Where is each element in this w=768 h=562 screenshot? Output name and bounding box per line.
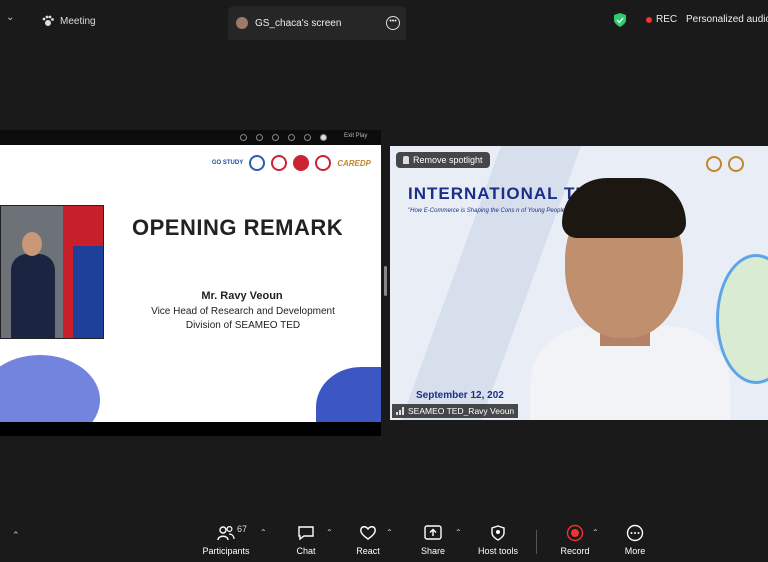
speaker-photo (0, 205, 104, 339)
zoom-icon[interactable] (272, 134, 279, 141)
speaker-role: Vice Head of Research and Development Di… (151, 306, 335, 331)
participants-count: 67 (237, 524, 248, 534)
recording-indicator[interactable]: REC (646, 14, 677, 25)
signal-bars-icon (396, 407, 404, 415)
partner-logo-2 (271, 155, 288, 171)
participant-video-tile[interactable]: INTERNATIONAL TH TALK "How E-Commerce is… (390, 146, 768, 420)
partner-logo-1 (249, 155, 266, 171)
record-icon[interactable] (320, 134, 327, 141)
participant-name-tag: SEAMEO TED_Ravy Veoun (392, 404, 519, 418)
record-dot-icon (646, 16, 652, 23)
paw-icon (42, 15, 54, 26)
remove-spotlight-button[interactable]: Remove spotlight (396, 152, 490, 168)
chat-label: Chat (296, 546, 316, 556)
pin-icon (403, 156, 409, 164)
chat-icon (298, 526, 314, 541)
avatar (236, 17, 248, 29)
background-subtitle: "How E-Commerce is Shaping the Cons n of… (408, 208, 568, 214)
previous-icon[interactable] (240, 134, 247, 141)
record-icon (566, 524, 584, 542)
shield-icon[interactable] (614, 13, 626, 27)
decorative-blob (0, 355, 100, 422)
next-icon[interactable] (256, 134, 263, 141)
chevron-up-icon[interactable]: ⌃ (592, 528, 599, 537)
personalized-audio-label[interactable]: Personalized audio (686, 14, 768, 25)
host-tools-label: Host tools (477, 546, 519, 556)
record-label: Record (560, 546, 590, 556)
remove-spotlight-label: Remove spotlight (413, 155, 483, 165)
go-study-logo: GO STUDY (211, 159, 244, 166)
chevron-up-icon[interactable]: ⌃ (455, 528, 462, 537)
share-button[interactable]: Share (403, 524, 463, 556)
meeting-label: Meeting (60, 15, 96, 27)
video-background-logos (706, 156, 744, 172)
host-tools-shield-icon (491, 525, 505, 541)
top-bar: ⌄ Meeting GS_chaca's screen ••• REC Pers… (0, 0, 768, 40)
participants-icon (217, 525, 235, 541)
toolbar-divider (536, 530, 537, 554)
zoom-meeting-window: ⌄ Meeting GS_chaca's screen ••• REC Pers… (0, 0, 768, 562)
chevron-up-icon[interactable]: ⌃ (386, 528, 393, 537)
more-label: More (624, 546, 646, 556)
more-options-icon[interactable]: ••• (386, 16, 400, 30)
exit-play-button[interactable]: Exit Play (344, 133, 367, 139)
chevron-up-icon[interactable]: ⌃ (260, 528, 267, 537)
slideshow-toolbar: Exit Play (0, 130, 381, 145)
participants-label: Participants (202, 546, 250, 556)
panel-resize-handle[interactable] (384, 266, 387, 296)
slide-logos: GO STUDY CAREDP (212, 155, 371, 171)
meeting-controls-bar: ⌃ Participants 67 ⌃ Chat ⌃ React ⌃ Share… (0, 520, 768, 562)
pen-icon[interactable] (288, 134, 295, 141)
shared-screen-tab[interactable]: GS_chaca's screen ••• (228, 6, 406, 40)
rec-label: REC (656, 14, 678, 25)
chevron-up-icon[interactable]: ⌃ (12, 530, 20, 541)
partner-logo-4 (315, 155, 332, 171)
presentation-slide: GO STUDY CAREDP OPENING REMARK Mr. Ravy … (0, 145, 381, 422)
slide-title: OPENING REMARK (132, 215, 344, 240)
participant-name: SEAMEO TED_Ravy Veoun (408, 406, 515, 416)
speaker-name: Mr. Ravy Veoun (201, 290, 283, 302)
meeting-tab[interactable]: Meeting (42, 10, 96, 32)
participant-hair (562, 178, 686, 238)
chevron-down-icon[interactable]: ⌄ (6, 12, 18, 26)
heart-icon (360, 526, 376, 540)
more-icon (626, 524, 644, 542)
more-button[interactable]: More (605, 524, 665, 556)
background-date: September 12, 202 (416, 390, 504, 401)
decorative-blob (316, 367, 381, 422)
host-tools-button[interactable]: Host tools (468, 524, 528, 556)
pointer-icon[interactable] (304, 134, 311, 141)
chevron-up-icon[interactable]: ⌃ (326, 528, 333, 537)
shared-screen-view[interactable]: Exit Play GO STUDY CAREDP OPENING REMARK… (0, 130, 381, 436)
share-label: Share (420, 546, 446, 556)
caredp-logo: CAREDP (337, 158, 371, 168)
share-screen-icon (424, 525, 442, 540)
shared-screen-label: GS_chaca's screen (255, 17, 342, 29)
react-label: React (356, 546, 380, 556)
partner-logo-3 (293, 155, 310, 171)
